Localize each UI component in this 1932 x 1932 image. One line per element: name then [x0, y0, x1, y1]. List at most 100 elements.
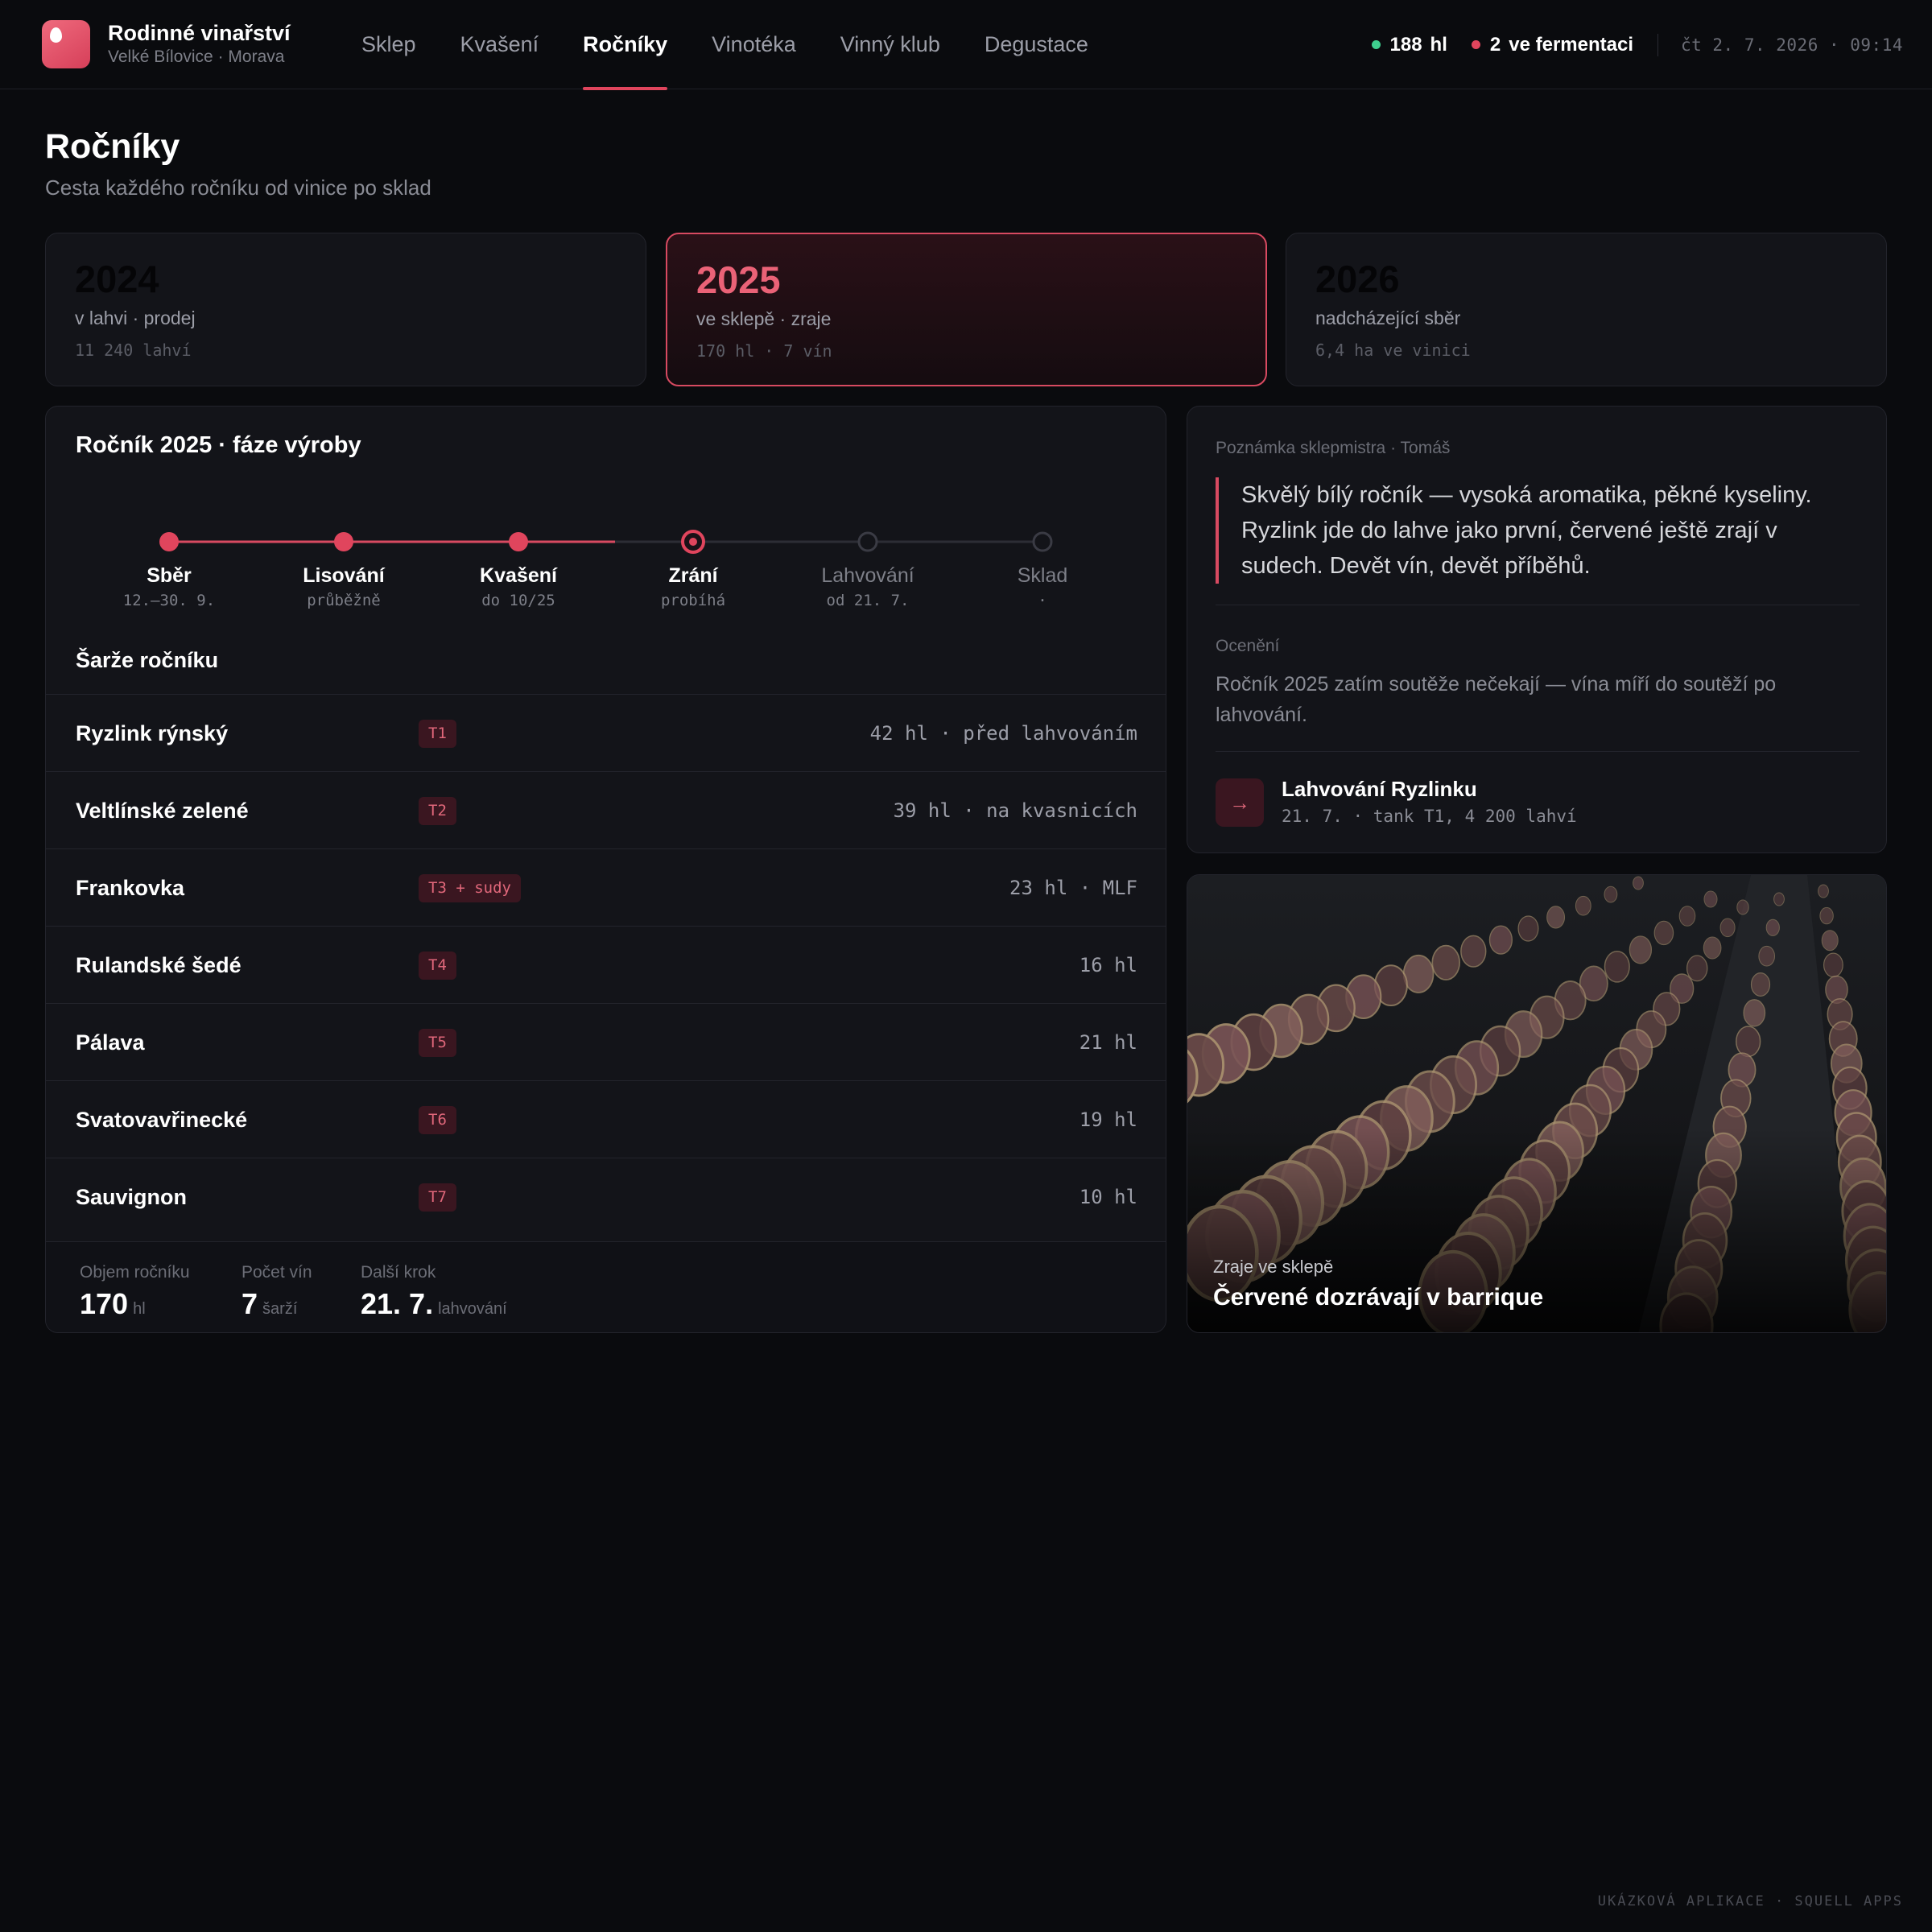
phases-panel: Ročník 2025 · fáze výroby Sběr 12.–30. 9… [45, 406, 1166, 1333]
batch-name: Veltlínské zelené [76, 799, 249, 823]
year-status: ve sklepě · zraje [696, 308, 832, 329]
nav-degustace[interactable]: Degustace [985, 0, 1088, 89]
tank-badge: T2 [419, 797, 456, 825]
batches-title: Šarže ročníku [76, 648, 219, 672]
fermenting-status-dot-icon [1471, 40, 1480, 49]
phase-name: Lahvování [821, 564, 914, 587]
batch-row[interactable]: Sauvignon T7 10 hl [46, 1158, 1166, 1235]
volume-stat: 188 hl [1371, 33, 1447, 56]
phase-name: Lisování [303, 564, 385, 587]
summary-label: Další krok [361, 1263, 436, 1282]
phase-date: probíhá [660, 592, 726, 609]
phase-sber: Sběr 12.–30. 9. [89, 563, 250, 609]
top-bar: Rodinné vinařství Velké Bílovice · Morav… [0, 0, 1932, 90]
phase-name: Zrání [668, 564, 718, 587]
batch-info: 10 hl [1079, 1186, 1137, 1208]
summary-volume: Objem ročníku 170 hl [80, 1263, 190, 1321]
phase-kvaseni: Kvašení do 10/25 [438, 563, 599, 609]
batch-info: 16 hl [1079, 954, 1137, 976]
app-logo[interactable] [42, 20, 90, 68]
phase-zrani: Zrání probíhá [613, 563, 774, 609]
main-nav: Sklep Kvašení Ročníky Vinotéka Vinný klu… [361, 0, 1133, 90]
summary-value: 21. 7. [361, 1287, 434, 1320]
batch-info: 19 hl [1079, 1108, 1137, 1131]
batch-row[interactable]: Frankovka T3 + sudy 23 hl · MLF [46, 848, 1166, 926]
phase-future-dot-icon[interactable] [1032, 531, 1053, 552]
footer-watermark: UKÁZKOVÁ APLIKACE · SQUELL APPS [1597, 1893, 1903, 1909]
brand-name: Rodinné vinařství [108, 21, 291, 45]
batch-list: Ryzlink rýnský T1 42 hl · před lahvování… [46, 694, 1166, 1235]
summary-unit: šarží [262, 1300, 298, 1318]
status-bar: 188 hl 2 ve fermentaci čt 2. 7. 2026 · 0… [1371, 0, 1904, 89]
batch-row[interactable]: Veltlínské zelené T2 39 hl · na kvasnicí… [46, 771, 1166, 848]
summary-wine-count: Počet vín 7 šarží [242, 1263, 312, 1321]
page-subtitle: Cesta každého ročníku od vinice po sklad [45, 175, 431, 200]
year-status: nadcházející sběr [1315, 308, 1461, 328]
year-card-2026[interactable]: 2026 nadcházející sběr 6,4 ha ve vinici [1286, 233, 1887, 386]
phase-date: do 10/25 [481, 592, 555, 609]
wine-drop-icon [50, 27, 62, 43]
divider [1216, 751, 1860, 752]
status-divider [1657, 33, 1658, 56]
note-quote: Skvělý bílý ročník — vysoká aromatika, p… [1216, 477, 1860, 584]
year-card-2025[interactable]: 2025 ve sklepě · zraje 170 hl · 7 vín [666, 233, 1267, 386]
ok-status-dot-icon [1371, 40, 1381, 49]
year-meta: 6,4 ha ve vinici [1315, 341, 1471, 360]
summary-value: 170 [80, 1287, 129, 1320]
year-number: 2025 [696, 258, 781, 301]
nav-vinny-klub[interactable]: Vinný klub [840, 0, 940, 89]
batch-info: 39 hl · na kvasnicích [893, 799, 1137, 822]
phase-lisovani: Lisování průběžně [263, 563, 424, 609]
phase-future-dot-icon[interactable] [857, 531, 878, 552]
summary-unit: hl [133, 1300, 146, 1318]
batch-info: 42 hl · před lahvováním [869, 722, 1137, 745]
batch-name: Sauvignon [76, 1185, 188, 1209]
summary-next-step: Další krok 21. 7. lahvování [361, 1263, 507, 1321]
summary-unit: lahvování [438, 1300, 507, 1318]
nav-rocniky[interactable]: Ročníky [583, 0, 668, 90]
nav-kvaseni[interactable]: Kvašení [460, 0, 539, 89]
phase-current-center-icon [689, 538, 697, 546]
nav-vinoteka[interactable]: Vinotéka [712, 0, 796, 89]
tank-badge: T7 [419, 1183, 456, 1212]
phase-done-dot-icon[interactable] [334, 532, 353, 551]
phase-done-dot-icon[interactable] [509, 532, 528, 551]
fermenting-stat: 2 ve fermentaci [1471, 34, 1633, 56]
phase-name: Kvašení [480, 564, 557, 587]
summary-label: Počet vín [242, 1263, 312, 1282]
tank-badge: T3 + sudy [419, 874, 521, 902]
phase-done-dot-icon[interactable] [159, 532, 179, 551]
batch-name: Rulandské šedé [76, 953, 242, 977]
page-title: Ročníky [45, 127, 180, 166]
tank-badge: T6 [419, 1106, 456, 1134]
nav-sklep[interactable]: Sklep [361, 0, 416, 89]
datetime: čt 2. 7. 2026 · 09:14 [1680, 35, 1903, 55]
volume-unit: hl [1430, 33, 1447, 56]
batch-row[interactable]: Svatovavřinecké T6 19 hl [46, 1080, 1166, 1158]
year-meta: 11 240 lahví [75, 341, 192, 360]
phase-name: Sklad [1017, 564, 1068, 587]
vintage-summary: Objem ročníku 170 hl Počet vín 7 šarží Dal… [46, 1241, 1166, 1332]
year-number: 2024 [75, 258, 159, 300]
batch-row[interactable]: Pálava T5 21 hl [46, 1003, 1166, 1080]
year-status: v lahvi · prodej [75, 308, 196, 328]
phase-lahvovani: Lahvování od 21. 7. [787, 563, 948, 609]
barrel-cellar-photo-card[interactable]: Zraje ve sklepě Červené dozrávají v barr… [1187, 874, 1887, 1333]
batch-row[interactable]: Ryzlink rýnský T1 42 hl · před lahvování… [46, 694, 1166, 771]
volume-value: 188 [1389, 33, 1422, 56]
brand: Rodinné vinařství Velké Bílovice · Morav… [108, 20, 291, 68]
year-meta: 170 hl · 7 vín [696, 341, 832, 361]
batch-row[interactable]: Rulandské šedé T4 16 hl [46, 926, 1166, 1003]
awards-text: Ročník 2025 zatím soutěže nečekají — vín… [1216, 673, 1777, 726]
brand-location: Velké Bílovice · Morava [108, 47, 285, 66]
summary-value: 7 [242, 1287, 258, 1320]
phase-timeline [159, 530, 1053, 554]
next-task-title[interactable]: Lahvování Ryzlinku [1282, 777, 1477, 802]
batch-name: Pálava [76, 1030, 145, 1055]
arrow-right-icon[interactable]: → [1216, 778, 1264, 827]
year-card-2024[interactable]: 2024 v lahvi · prodej 11 240 lahví [45, 233, 646, 386]
phase-date: od 21. 7. [826, 592, 910, 609]
phase-date: průběžně [307, 592, 381, 609]
phase-date: · [1038, 592, 1047, 609]
batch-name: Frankovka [76, 876, 185, 900]
